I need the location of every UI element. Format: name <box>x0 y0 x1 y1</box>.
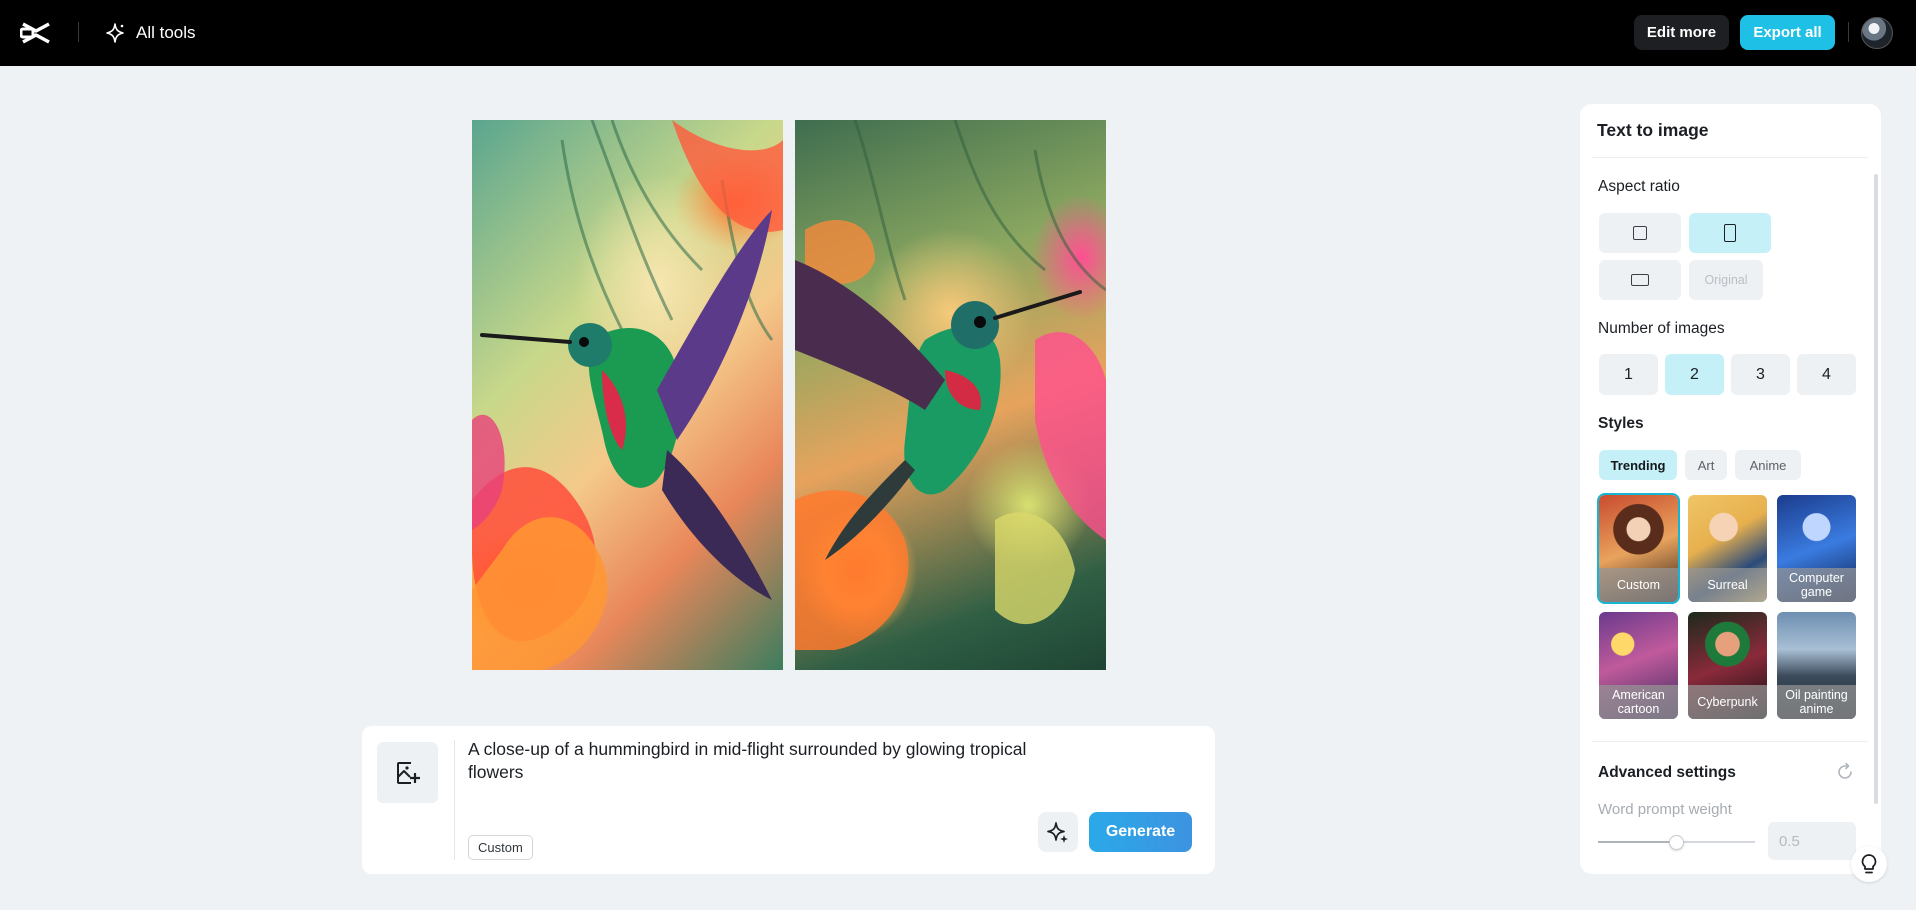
image-add-icon <box>396 761 420 784</box>
style-cyberpunk-label: Cyberpunk <box>1688 685 1767 719</box>
tips-button[interactable] <box>1851 846 1887 882</box>
style-computer-game[interactable]: Computer game <box>1777 495 1856 602</box>
prompt-enhance-button[interactable] <box>1038 812 1078 852</box>
number-option-3[interactable]: 3 <box>1731 354 1790 395</box>
word-prompt-weight-label: Word prompt weight <box>1598 801 1732 818</box>
advanced-divider <box>1592 741 1868 742</box>
style-custom[interactable]: Custom <box>1597 493 1680 604</box>
number-of-images-label: Number of images <box>1598 320 1725 337</box>
number-option-1[interactable]: 1 <box>1599 354 1658 395</box>
generated-image-2[interactable] <box>795 120 1106 670</box>
aspect-ratio-landscape[interactable] <box>1599 260 1681 300</box>
word-prompt-weight-input[interactable]: 0.5 <box>1768 822 1856 860</box>
text-to-image-panel: Text to image Aspect ratio Original Numb… <box>1580 104 1881 874</box>
style-computer-game-label: Computer game <box>1777 568 1856 602</box>
style-oil-painting-anime-label: Oil painting anime <box>1777 685 1856 719</box>
reset-icon[interactable] <box>1835 762 1855 782</box>
style-american-cartoon-label: American cartoon <box>1599 685 1678 719</box>
header-divider <box>78 22 79 42</box>
style-custom-label: Custom <box>1599 568 1678 602</box>
panel-title: Text to image <box>1597 120 1709 140</box>
style-surreal-label: Surreal <box>1688 568 1767 602</box>
style-surreal[interactable]: Surreal <box>1688 495 1767 602</box>
avatar[interactable] <box>1861 17 1893 49</box>
style-oil-painting-anime[interactable]: Oil painting anime <box>1777 612 1856 719</box>
prompt-divider <box>454 740 455 860</box>
styles-label: Styles <box>1598 415 1644 432</box>
panel-divider <box>1592 157 1868 158</box>
capcut-logo-icon[interactable] <box>19 20 52 46</box>
all-tools-button[interactable]: All tools <box>104 18 196 48</box>
style-american-cartoon[interactable]: American cartoon <box>1599 612 1678 719</box>
tab-art[interactable]: Art <box>1685 450 1727 480</box>
number-option-4[interactable]: 4 <box>1797 354 1856 395</box>
style-cyberpunk[interactable]: Cyberpunk <box>1688 612 1767 719</box>
aspect-ratio-original: Original <box>1689 260 1763 300</box>
sparkle-icon <box>106 23 124 43</box>
add-reference-image-button[interactable] <box>377 742 438 803</box>
panel-scrollbar[interactable] <box>1874 174 1878 804</box>
aspect-ratio-portrait[interactable] <box>1689 213 1771 253</box>
landscape-icon <box>1631 274 1649 286</box>
lightbulb-icon <box>1861 854 1877 874</box>
aspect-ratio-square[interactable] <box>1599 213 1681 253</box>
all-tools-label: All tools <box>136 23 196 42</box>
export-all-button[interactable]: Export all <box>1740 15 1835 50</box>
header-divider-right <box>1848 22 1849 42</box>
tab-anime[interactable]: Anime <box>1735 450 1801 480</box>
edit-more-button[interactable]: Edit more <box>1634 15 1729 50</box>
portrait-icon <box>1724 224 1736 242</box>
magic-sparkle-icon <box>1047 822 1068 843</box>
square-icon <box>1633 226 1647 240</box>
word-prompt-weight-slider-handle[interactable] <box>1669 835 1684 850</box>
prompt-input[interactable]: A close-up of a hummingbird in mid-fligh… <box>468 738 1068 784</box>
aspect-ratio-label: Aspect ratio <box>1598 178 1680 195</box>
generated-image-1[interactable] <box>472 120 783 670</box>
number-option-2[interactable]: 2 <box>1665 354 1724 395</box>
top-bar: All tools Edit more Export all <box>0 0 1916 66</box>
style-chip[interactable]: Custom <box>468 835 533 860</box>
tab-trending[interactable]: Trending <box>1599 450 1677 480</box>
advanced-settings-label: Advanced settings <box>1598 764 1736 781</box>
prompt-box: A close-up of a hummingbird in mid-fligh… <box>362 726 1215 874</box>
generate-button[interactable]: Generate <box>1089 812 1192 852</box>
word-prompt-weight-slider-fill <box>1598 841 1676 843</box>
